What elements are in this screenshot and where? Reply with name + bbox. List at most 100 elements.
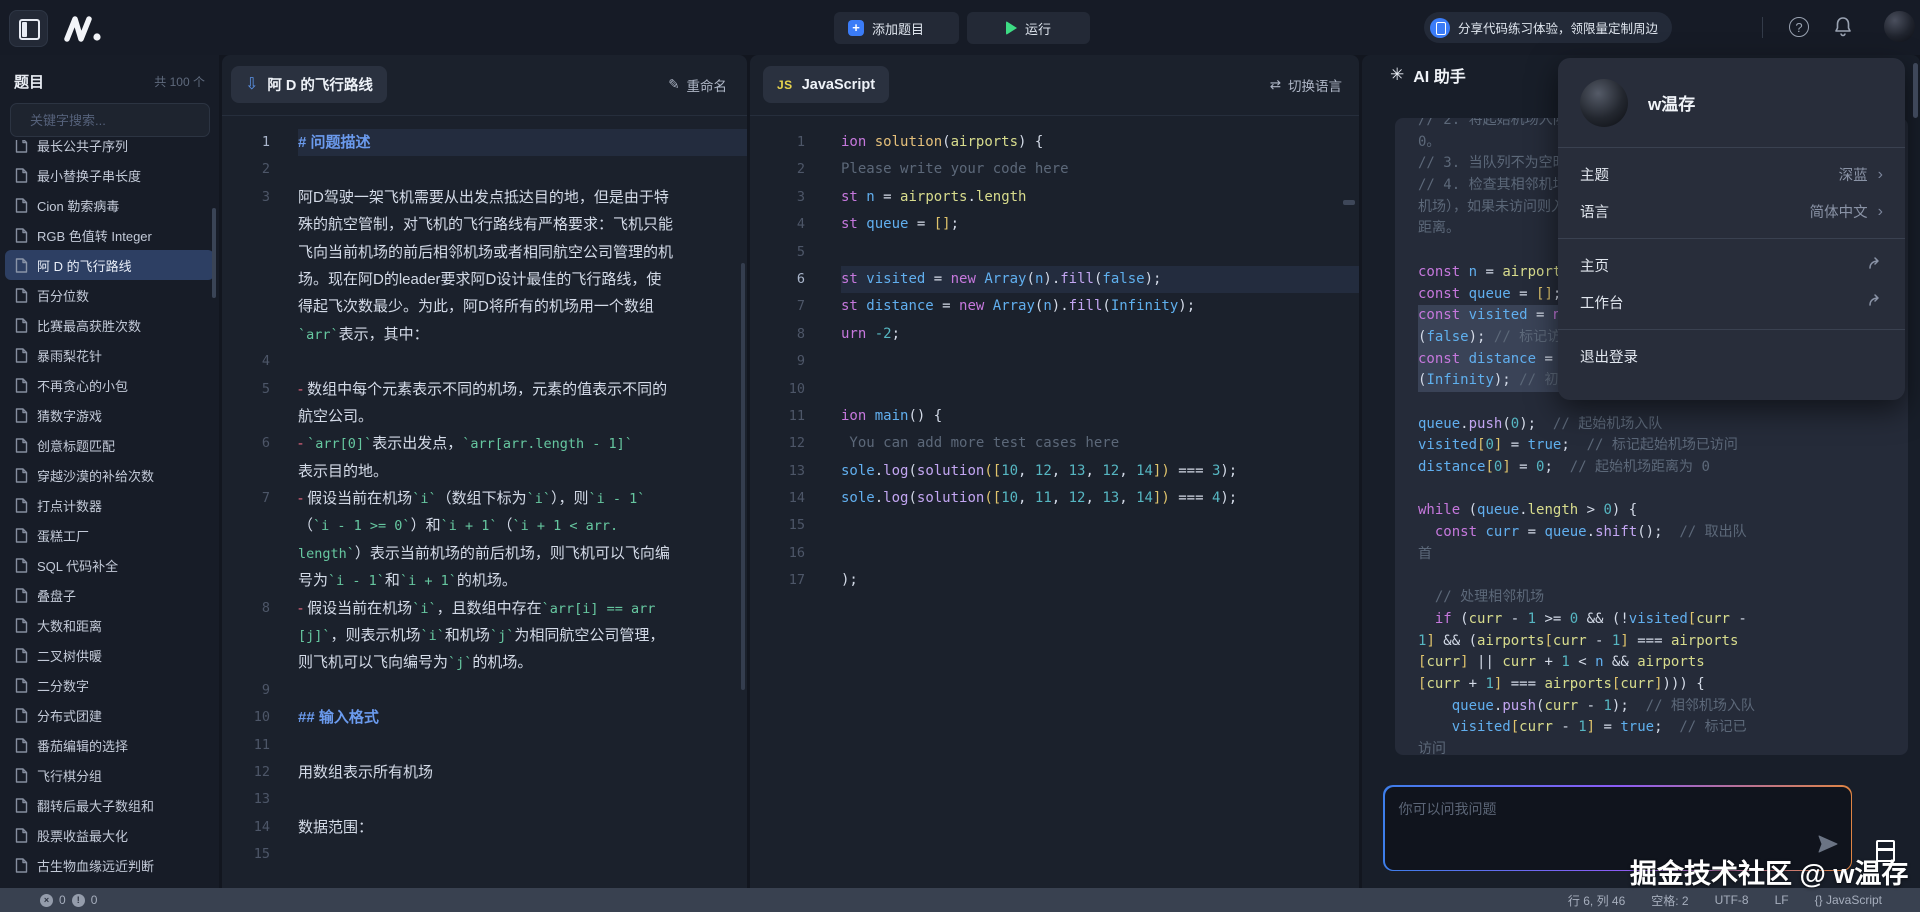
code-line[interactable]: distance[0] = 0; // 起始机场距离为 0 bbox=[1418, 457, 1908, 479]
code-line[interactable]: while (queue.length > 0) { bbox=[1418, 500, 1908, 522]
promo-banner[interactable]: 分享代码练习体验，领限量定制周边 bbox=[1424, 12, 1672, 43]
page-scrollbar[interactable] bbox=[1913, 63, 1918, 118]
code-line[interactable]: 10 bbox=[750, 376, 1359, 403]
search-box[interactable] bbox=[10, 103, 210, 137]
code-line[interactable]: 4 bbox=[222, 348, 747, 375]
sidebar-item-question[interactable]: 打点计数器 bbox=[0, 490, 219, 520]
menu-item-home[interactable]: 主页 bbox=[1558, 247, 1905, 284]
bell-icon[interactable] bbox=[1833, 16, 1853, 42]
sidebar-item-question[interactable]: 分布式团建 bbox=[0, 700, 219, 730]
code-line[interactable]: 12用数组表示所有机场 bbox=[222, 759, 747, 786]
sidebar-scrollbar[interactable] bbox=[212, 208, 216, 298]
code-line[interactable] bbox=[1418, 479, 1908, 501]
code-line[interactable]: [curr + 1] === airports[curr]))) { bbox=[1418, 674, 1908, 696]
code-line[interactable]: [j]`，则表示机场`i`和机场`j`为相同航空公司管理， bbox=[222, 622, 747, 649]
code-line[interactable]: visited[0] = true; // 标记起始机场已访问 bbox=[1418, 435, 1908, 457]
menu-item-language[interactable]: 语言 简体中文› bbox=[1558, 193, 1905, 230]
add-question-button[interactable]: + 添加题目 bbox=[834, 12, 959, 44]
sidebar-item-question[interactable]: 阿 D 的飞行路线 bbox=[5, 250, 214, 280]
code-line[interactable]: queue.push(0); // 起始机场入队 bbox=[1418, 414, 1908, 436]
sidebar-item-question[interactable]: 股票收益最大化 bbox=[0, 820, 219, 850]
code-line[interactable]: 飞向当前机场的前后相邻机场或者相同航空公司管理的机 bbox=[222, 239, 747, 266]
code-line[interactable]: 6st visited = new Array(n).fill(false); bbox=[750, 266, 1359, 293]
sidebar-item-question[interactable]: 叠盘子 bbox=[0, 580, 219, 610]
sidebar-item-question[interactable]: 猜数字游戏 bbox=[0, 400, 219, 430]
search-input[interactable] bbox=[28, 112, 208, 129]
sidebar-item-question[interactable]: 不再贪心的小包 bbox=[0, 370, 219, 400]
description-scrollbar[interactable] bbox=[741, 263, 745, 690]
code-line[interactable]: 2 bbox=[222, 156, 747, 183]
code-line[interactable]: visited[curr - 1] = true; // 标记已 bbox=[1418, 717, 1908, 739]
cursor-position[interactable]: 行 6, 列 46 bbox=[1568, 892, 1625, 909]
code-line[interactable]: 7- 假设当前在机场`i`（数组下标为`i`），则`i - 1` bbox=[222, 485, 747, 512]
code-line[interactable]: length`）表示当前机场的前后机场，则飞机可以飞向编 bbox=[222, 540, 747, 567]
code-line[interactable]: 1# 问题描述 bbox=[222, 129, 747, 156]
code-line[interactable]: 9 bbox=[222, 677, 747, 704]
brand-logo-icon[interactable] bbox=[62, 16, 104, 42]
sidebar-item-question[interactable]: 百分位数 bbox=[0, 280, 219, 310]
sidebar-item-question[interactable]: 二叉树供暖 bbox=[0, 640, 219, 670]
rename-button[interactable]: ✎ 重命名 bbox=[668, 75, 727, 95]
description-tab[interactable]: ⇩ 阿 D 的飞行路线 bbox=[231, 66, 387, 103]
code-line[interactable]: 11 bbox=[222, 732, 747, 759]
sidebar-item-question[interactable]: 最小替换子串长度 bbox=[0, 160, 219, 190]
code-line[interactable]: 14数据范围： bbox=[222, 814, 747, 841]
code-line[interactable]: if (curr - 1 >= 0 && (!visited[curr - bbox=[1418, 609, 1908, 631]
code-line[interactable]: 17); bbox=[750, 567, 1359, 594]
code-line[interactable]: 得起飞次数最少。为此，阿D将所有的机场用一个数组 bbox=[222, 293, 747, 320]
sidebar-item-question[interactable]: 飞行棋分组 bbox=[0, 760, 219, 790]
code-line[interactable]: 7st distance = new Array(n).fill(Infinit… bbox=[750, 293, 1359, 320]
chat-input[interactable] bbox=[1397, 797, 1811, 860]
code-line[interactable]: 13 bbox=[222, 786, 747, 813]
sidebar-item-question[interactable]: Cion 勒索病毒 bbox=[0, 190, 219, 220]
code-line[interactable]: 1] && (airports[curr - 1] === airports bbox=[1418, 631, 1908, 653]
code-line[interactable]: 首 bbox=[1418, 544, 1908, 566]
code-line[interactable] bbox=[1418, 565, 1908, 587]
switch-language-button[interactable]: ⇄ 切换语言 bbox=[1270, 75, 1342, 95]
code-line[interactable]: 5 bbox=[750, 239, 1359, 266]
code-line[interactable]: 3st n = airports.length bbox=[750, 184, 1359, 211]
code-line[interactable]: 3阿D驾驶一架飞机需要从出发点抵达目的地，但是由于特 bbox=[222, 184, 747, 211]
sidebar-toggle-button[interactable] bbox=[9, 10, 48, 47]
code-line[interactable]: 11ion main() { bbox=[750, 403, 1359, 430]
code-line[interactable]: 表示目的地。 bbox=[222, 458, 747, 485]
sidebar-item-question[interactable]: 蛋糕工厂 bbox=[0, 520, 219, 550]
eol-type[interactable]: LF bbox=[1775, 893, 1789, 907]
code-line[interactable]: 2Please write your code here bbox=[750, 156, 1359, 183]
code-line[interactable]: 殊的航空管制，对飞机的飞行路线有严格要求：飞机只能 bbox=[222, 211, 747, 238]
code-line[interactable]: 则飞机可以飞向编号为`j`的机场。 bbox=[222, 649, 747, 676]
code-line[interactable]: 8urn -2; bbox=[750, 321, 1359, 348]
code-line[interactable]: 1ion solution(airports) { bbox=[750, 129, 1359, 156]
encoding[interactable]: UTF-8 bbox=[1715, 893, 1749, 907]
code-line[interactable]: （`i - 1 >= 0`）和`i + 1`（`i + 1 < arr. bbox=[222, 512, 747, 539]
sidebar-item-question[interactable]: 二分数字 bbox=[0, 670, 219, 700]
sidebar-item-question[interactable]: 比赛最高获胜次数 bbox=[0, 310, 219, 340]
code-line[interactable]: 14sole.log(solution([10, 11, 12, 13, 14]… bbox=[750, 485, 1359, 512]
sidebar-item-question[interactable]: SQL 代码补全 bbox=[0, 550, 219, 580]
code-line[interactable]: 8- 假设当前在机场`i`，且数组中存在`arr[i] == arr bbox=[222, 595, 747, 622]
language-mode[interactable]: {} JavaScript bbox=[1815, 893, 1882, 907]
sidebar-item-question[interactable]: 古生物血缘远近判断 bbox=[0, 850, 219, 880]
menu-item-logout[interactable]: 退出登录 bbox=[1558, 338, 1905, 375]
sidebar-item-question[interactable]: 穿越沙漠的补给次数 bbox=[0, 460, 219, 490]
code-line[interactable]: 访问 bbox=[1418, 739, 1908, 755]
sidebar-item-question[interactable]: 最长公共子序列 bbox=[0, 140, 219, 160]
sidebar-item-question[interactable]: 创意标题匹配 bbox=[0, 430, 219, 460]
code-line[interactable]: 航空公司。 bbox=[222, 403, 747, 430]
user-avatar[interactable] bbox=[1884, 11, 1915, 42]
code-line[interactable]: queue.push(curr - 1); // 相邻机场入队 bbox=[1418, 696, 1908, 718]
sidebar-item-question[interactable]: 暴雨梨花针 bbox=[0, 340, 219, 370]
code-line[interactable]: 12 You can add more test cases here bbox=[750, 430, 1359, 457]
editor-scrollbar[interactable] bbox=[1343, 200, 1355, 205]
code-line[interactable]: 13sole.log(solution([10, 12, 13, 12, 14]… bbox=[750, 458, 1359, 485]
help-icon[interactable]: ? bbox=[1789, 17, 1809, 37]
code-line[interactable]: // 处理相邻机场 bbox=[1418, 587, 1908, 609]
code-line[interactable]: 15 bbox=[222, 841, 747, 868]
sidebar-item-question[interactable]: RGB 色值转 Integer bbox=[0, 220, 219, 250]
code-line[interactable]: 号为`i - 1`和`i + 1`的机场。 bbox=[222, 567, 747, 594]
sidebar-item-question[interactable]: 大数和距离 bbox=[0, 610, 219, 640]
language-tab[interactable]: JS JavaScript bbox=[763, 66, 889, 103]
sidebar-item-question[interactable]: 番茄编辑的选择 bbox=[0, 730, 219, 760]
menu-item-workspace[interactable]: 工作台 bbox=[1558, 284, 1905, 321]
menu-item-theme[interactable]: 主题 深蓝› bbox=[1558, 156, 1905, 193]
